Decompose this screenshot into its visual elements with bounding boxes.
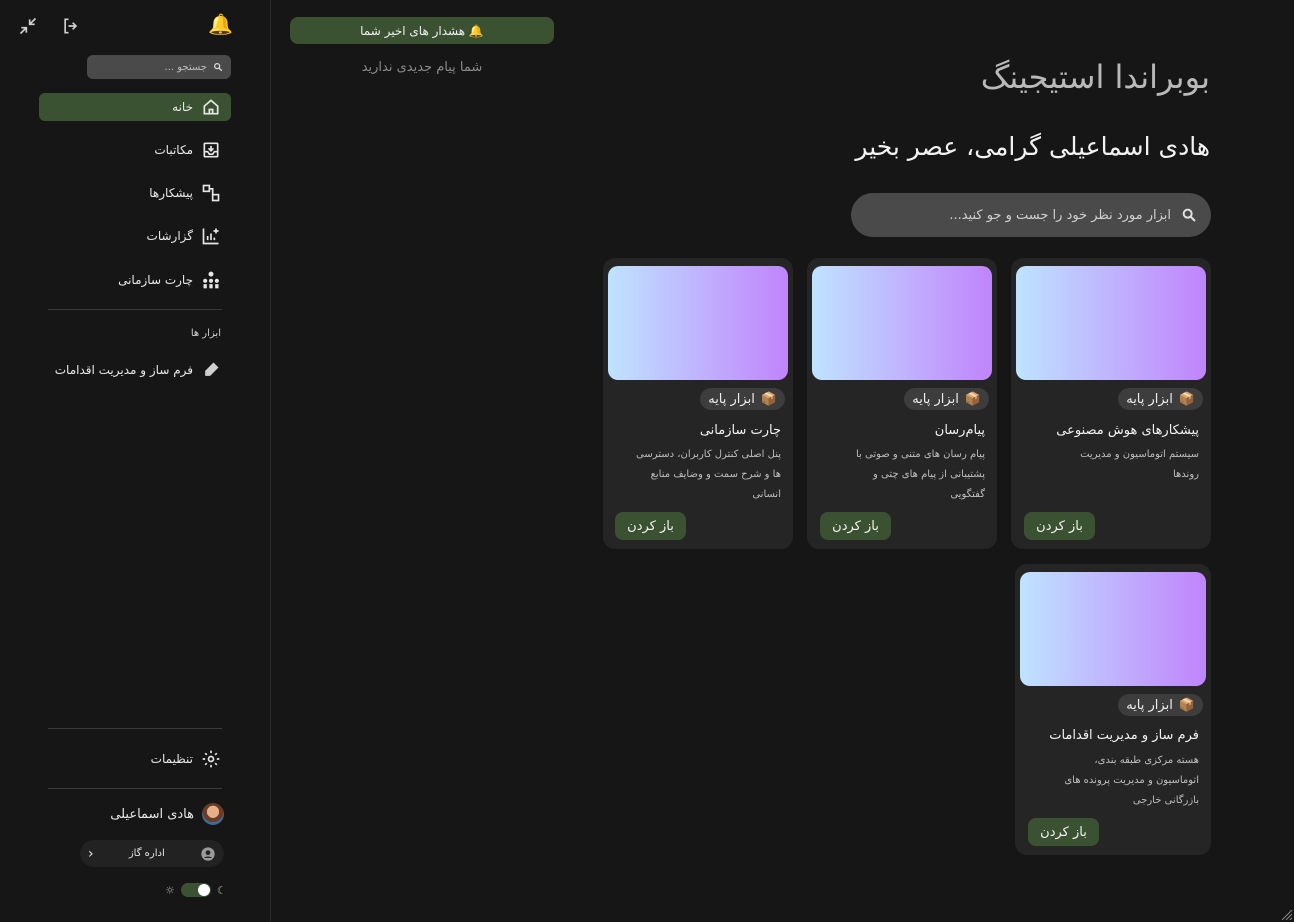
package-icon: 📦 <box>964 391 981 407</box>
organization-selector[interactable]: › اداره گاز <box>80 840 224 867</box>
card-description-line: پیام رسان های متنی و صوتی با <box>855 449 985 460</box>
card-title: پیشکارهای هوش مصنوعی <box>1056 423 1199 438</box>
resize-handle-icon[interactable] <box>1280 908 1292 920</box>
tool-card: 📦 ابزار پایه پیام‌رسان پیام رسان های متنی… <box>807 258 997 549</box>
collapse-icon[interactable] <box>17 15 39 37</box>
alerts-title: هشدار های اخیر شما <box>360 23 466 38</box>
card-thumbnail <box>1016 266 1206 380</box>
badge-label: ابزار پایه <box>912 391 959 407</box>
tool-card: 📦 ابزار پایه فرم ساز و مدیریت اقدامات هست… <box>1015 564 1211 855</box>
card-description-line: روندها <box>1172 469 1199 480</box>
card-description-line: انسانی <box>752 489 781 500</box>
open-button[interactable]: باز کردن <box>1028 818 1099 846</box>
open-button[interactable]: باز کردن <box>615 512 686 540</box>
nav-item-correspondence[interactable]: مکاتبات <box>39 136 231 164</box>
card-title: چارت سازمانی <box>699 423 781 438</box>
card-thumbnail <box>608 266 788 380</box>
tool-card: 📦 ابزار پایه چارت سازمانی پنل اصلی کنترل … <box>603 258 793 549</box>
nav-item-home[interactable]: خانه <box>39 93 231 121</box>
organization-name: اداره گاز <box>128 848 165 859</box>
sidebar-search[interactable] <box>87 55 231 79</box>
card-description-line: پنل اصلی کنترل کاربران، دسترسی <box>636 449 781 460</box>
workflow-icon <box>202 184 220 202</box>
open-button[interactable]: باز کردن <box>1024 512 1095 540</box>
nav-item-label: گزارشات <box>146 229 193 243</box>
divider <box>48 788 222 789</box>
alerts-empty-message: شما پیام جدیدی ندارید <box>361 60 483 75</box>
card-description-line: پشتیبانی از پیام های چتی و <box>873 469 985 480</box>
badge-label: ابزار پایه <box>1126 697 1173 713</box>
nav-item-label: چارت سازمانی <box>118 273 193 287</box>
chevron-right-icon: › <box>88 845 94 862</box>
tools-section-label: ابزار ها <box>190 328 221 339</box>
inbox-icon <box>203 142 219 158</box>
report-chart-icon <box>202 228 219 245</box>
search-icon <box>1182 208 1196 222</box>
card-description: پنل اصلی کنترل کاربران، دسترسی ها و شرح … <box>636 445 781 505</box>
moon-icon: ☾ <box>216 883 227 897</box>
sidebar: 🔔 خانه مکاتبات پیشکارها گزارشات چارت ساز… <box>0 0 271 922</box>
badge-label: ابزار پایه <box>708 391 755 407</box>
card-description-line: ها و شرح سمت و وضایف منابع <box>650 469 781 480</box>
divider <box>48 309 222 310</box>
package-icon: 📦 <box>1178 697 1195 713</box>
card-description: سیستم اتوماسیون و مدیریت روندها <box>1080 445 1199 485</box>
card-description: هسته مرکزی طبقه بندی، اتوماسیون و مدیریت… <box>1064 751 1199 811</box>
card-description-line: بازرگانی خارجی <box>1132 795 1199 806</box>
nav-item-label: مکاتبات <box>154 143 193 157</box>
card-description-line: اتوماسیون و مدیریت پرونده های <box>1064 775 1199 786</box>
brand-title: بوبراندا استیجینگ <box>980 58 1210 96</box>
bell-icon: 🔔 <box>468 23 484 38</box>
card-thumbnail <box>1020 572 1206 686</box>
home-icon <box>203 99 219 115</box>
card-description: پیام رسان های متنی و صوتی با پشتیبانی از… <box>856 445 985 505</box>
greeting: هادی اسماعیلی گرامی، عصر بخیر <box>855 132 1210 161</box>
nav-item-label: خانه <box>172 100 193 114</box>
nav-item-reports[interactable]: گزارشات <box>39 222 231 250</box>
card-description-line: سیستم اتوماسیون و مدیریت <box>1080 449 1199 460</box>
user-name: هادی اسماعیلی <box>110 806 194 822</box>
nav-item-form-builder[interactable]: فرم ساز و مدیریت اقدامات <box>39 356 231 384</box>
divider <box>48 728 222 729</box>
sidebar-search-input[interactable] <box>95 60 209 74</box>
card-badge: 📦 ابزار پایه <box>904 388 989 410</box>
tool-search-input[interactable] <box>869 206 1173 224</box>
nav-item-label: فرم ساز و مدیریت اقدامات <box>54 363 193 377</box>
nav-item-workflows[interactable]: پیشکارها <box>39 179 231 207</box>
open-button[interactable]: باز کردن <box>820 512 891 540</box>
card-badge: 📦 ابزار پایه <box>700 388 785 410</box>
card-description-line: هسته مرکزی طبقه بندی، <box>1094 755 1199 766</box>
card-badge: 📦 ابزار پایه <box>1118 694 1203 716</box>
avatar <box>202 803 224 825</box>
theme-switch[interactable]: ☼ ☾ <box>165 883 227 897</box>
tool-card: 📦 ابزار پایه پیشکارهای هوش مصنوعی سیستم ا… <box>1011 258 1211 549</box>
card-badge: 📦 ابزار پایه <box>1118 388 1203 410</box>
nav-item-org-chart[interactable]: چارت سازمانی <box>39 266 231 294</box>
card-description-line: گفتگویی <box>950 489 985 500</box>
gear-icon <box>202 750 220 768</box>
nav-item-label: پیشکارها <box>149 186 193 200</box>
tool-search[interactable] <box>851 193 1211 237</box>
nav-item-settings[interactable]: تنظیمات <box>39 745 231 773</box>
card-title: فرم ساز و مدیریت اقدامات <box>1049 728 1199 743</box>
sun-icon: ☼ <box>165 883 175 897</box>
user-circle-icon <box>201 846 215 861</box>
user-profile[interactable]: هادی اسماعیلی <box>100 803 224 825</box>
pen-icon <box>205 362 219 376</box>
logout-icon[interactable] <box>60 15 82 37</box>
org-chart-icon <box>203 271 219 289</box>
card-thumbnail <box>812 266 992 380</box>
nav-item-label: تنظیمات <box>150 752 193 766</box>
alerts-header[interactable]: هشدار های اخیر شما 🔔 <box>290 17 554 44</box>
theme-toggle[interactable] <box>180 883 211 897</box>
package-icon: 📦 <box>760 391 777 407</box>
card-title: پیام‌رسان <box>934 423 985 438</box>
search-icon <box>214 63 223 72</box>
badge-label: ابزار پایه <box>1126 391 1173 407</box>
package-icon: 📦 <box>1178 391 1195 407</box>
notification-bell-icon[interactable]: 🔔 <box>208 12 233 36</box>
